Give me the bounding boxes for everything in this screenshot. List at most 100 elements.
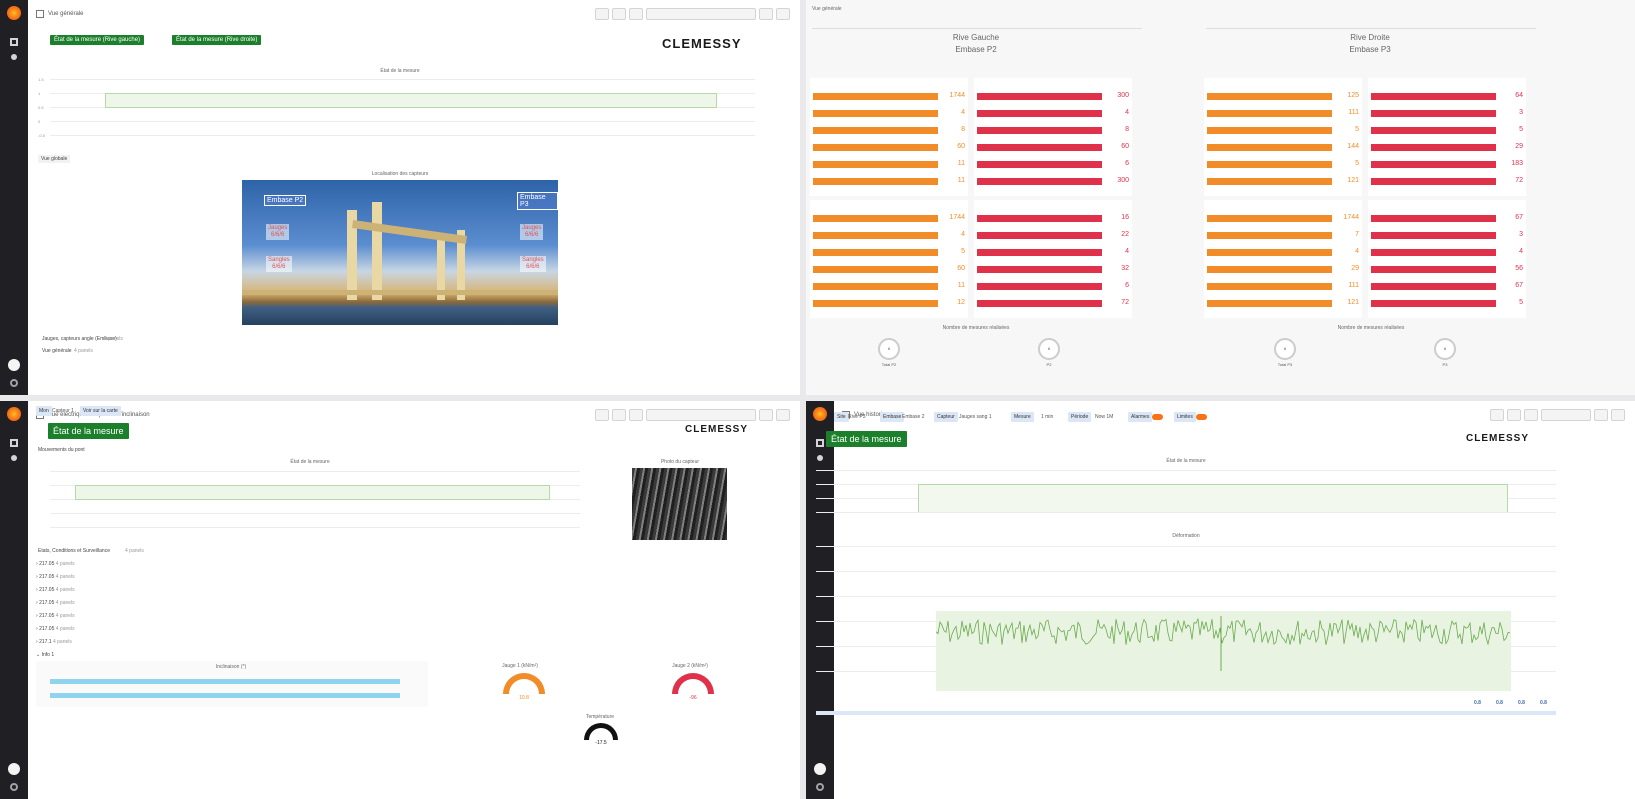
dashboards-icon[interactable] <box>10 38 18 46</box>
settings-button[interactable] <box>1524 409 1538 421</box>
dashboards-icon[interactable] <box>816 439 824 447</box>
state-chart <box>50 467 580 537</box>
time-range-picker[interactable] <box>646 8 756 20</box>
zoom-out-button[interactable] <box>759 409 773 421</box>
variable-label[interactable]: Voir sur la carte <box>80 406 121 416</box>
variable-mesure[interactable]: Mesure <box>1011 412 1034 422</box>
sensor-bar-row: 300 <box>977 173 1129 187</box>
variable-capteur-value[interactable]: Jauges sang 1 <box>959 414 992 420</box>
gear-icon[interactable] <box>11 54 17 60</box>
row-title[interactable]: Vue générale <box>42 348 72 354</box>
settings-button[interactable] <box>629 409 643 421</box>
limites-toggle[interactable] <box>1196 414 1207 420</box>
variable-label[interactable]: Mon <box>36 406 52 416</box>
help-icon[interactable] <box>10 379 18 387</box>
settings-button[interactable] <box>629 8 643 20</box>
sensor-bar-row: 121 <box>1207 295 1359 309</box>
sensor-bar-row: 300 <box>977 88 1129 102</box>
state-button[interactable]: État de la mesure <box>48 423 129 439</box>
variable-value[interactable]: Capteur 1 <box>52 408 74 414</box>
refresh-button[interactable] <box>776 8 790 20</box>
variable-embase[interactable]: Embase <box>880 412 905 422</box>
list-item[interactable]: › 217.05 4 panels <box>36 561 75 567</box>
avatar[interactable] <box>814 763 826 775</box>
overlay-p2: Embase P2 <box>264 195 307 206</box>
add-panel-button[interactable] <box>595 409 609 421</box>
state-button[interactable]: État de la mesure <box>826 431 907 447</box>
list-value: 217.05 <box>39 600 55 606</box>
time-range-picker[interactable] <box>646 409 756 421</box>
variable-site-value[interactable]: Rive P3 <box>848 414 866 420</box>
variable-site[interactable]: Site <box>834 412 849 422</box>
sensor-bar-value: 16 <box>1121 214 1129 221</box>
gear-icon[interactable] <box>817 455 823 461</box>
panel-title: Localisation des capteurs <box>371 171 429 177</box>
variable-periode[interactable]: Période <box>1068 412 1092 422</box>
list-value: 217.05 <box>39 561 55 567</box>
zoom-out-button[interactable] <box>1594 409 1608 421</box>
grafana-logo-icon[interactable] <box>813 407 827 421</box>
state-right-button[interactable]: État de la mesure (Rive droite) <box>172 35 262 45</box>
gauge-arc <box>672 673 714 694</box>
grafana-logo-icon[interactable] <box>7 6 21 20</box>
row-title[interactable]: Mouvements du pont <box>38 447 85 453</box>
sensor-bar-row: 1744 <box>813 210 965 224</box>
variable-limites[interactable]: Limites <box>1174 412 1196 422</box>
list-item[interactable]: › 217.1 4 panels <box>36 639 72 645</box>
dashboards-icon[interactable] <box>10 439 18 447</box>
overlay-left-sangles: Sangles 6/6/6 <box>266 256 292 272</box>
add-panel-button[interactable] <box>595 8 609 20</box>
sensor-bar <box>977 110 1102 117</box>
sensor-bar-value: 4 <box>961 109 965 116</box>
panel-title: État de la mesure <box>1166 458 1206 464</box>
sensor-bar <box>977 161 1102 168</box>
breadcrumb[interactable]: Vue générale <box>812 6 842 12</box>
sensor-bar-row: 183 <box>1371 156 1523 170</box>
list-item[interactable]: › 217.05 4 panels <box>36 626 75 632</box>
variable-embase-value[interactable]: Embase 2 <box>902 414 925 420</box>
variable-mesure-value[interactable]: 1 min <box>1041 414 1053 420</box>
row-title[interactable]: Etats, Conditions et Surveillance <box>38 548 110 554</box>
sensor-bar-value: 67 <box>1515 282 1523 289</box>
list-item[interactable]: ⌄ Info 1 <box>36 652 54 658</box>
count-value: 6 <box>1443 346 1447 351</box>
panel-title: État de la mesure <box>380 68 420 74</box>
sensor-bar <box>977 266 1102 273</box>
save-button[interactable] <box>1507 409 1521 421</box>
save-button[interactable] <box>612 8 626 20</box>
sensor-bar <box>977 93 1102 100</box>
sensor-bar <box>1207 178 1332 185</box>
variable-periode-value[interactable]: Now 1M <box>1095 414 1113 420</box>
panel-title: Inclinaison (°) <box>215 664 247 670</box>
list-item[interactable]: › 217.05 4 panels <box>36 613 75 619</box>
sensor-bar-value: 32 <box>1121 265 1129 272</box>
list-item[interactable]: › 217.05 4 panels <box>36 587 75 593</box>
list-item[interactable]: › 217.05 4 panels <box>36 574 75 580</box>
help-icon[interactable] <box>816 783 824 791</box>
sensor-bar-row: 3 <box>1371 227 1523 241</box>
help-icon[interactable] <box>10 783 18 791</box>
avatar[interactable] <box>8 359 20 371</box>
refresh-button[interactable] <box>1611 409 1625 421</box>
sensor-bar <box>1371 144 1496 151</box>
alarmes-toggle[interactable] <box>1152 414 1163 420</box>
sensor-bar <box>813 93 938 100</box>
sensor-bar <box>813 283 938 290</box>
time-range-picker[interactable] <box>1541 409 1591 421</box>
row-title[interactable]: Vue globale <box>38 155 71 163</box>
sensor-bars-panel: 125 111 5 144 5 121 <box>1204 78 1362 196</box>
state-left-button[interactable]: État de la mesure (Rive gauche) <box>50 35 145 45</box>
add-panel-button[interactable] <box>1490 409 1504 421</box>
save-button[interactable] <box>612 409 626 421</box>
gear-icon[interactable] <box>11 455 17 461</box>
incline-panel: Inclinaison (°) <box>36 661 428 707</box>
variable-alarmes[interactable]: Alarmes <box>1128 412 1153 422</box>
grafana-logo-icon[interactable] <box>7 407 21 421</box>
variable-capteur[interactable]: Capteur <box>934 412 958 422</box>
avatar[interactable] <box>8 763 20 775</box>
breadcrumb[interactable]: Vue générale <box>48 11 83 17</box>
list-item[interactable]: › 217.05 4 panels <box>36 600 75 606</box>
refresh-button[interactable] <box>776 409 790 421</box>
sensor-bar-value: 4 <box>1125 248 1129 255</box>
zoom-out-button[interactable] <box>759 8 773 20</box>
